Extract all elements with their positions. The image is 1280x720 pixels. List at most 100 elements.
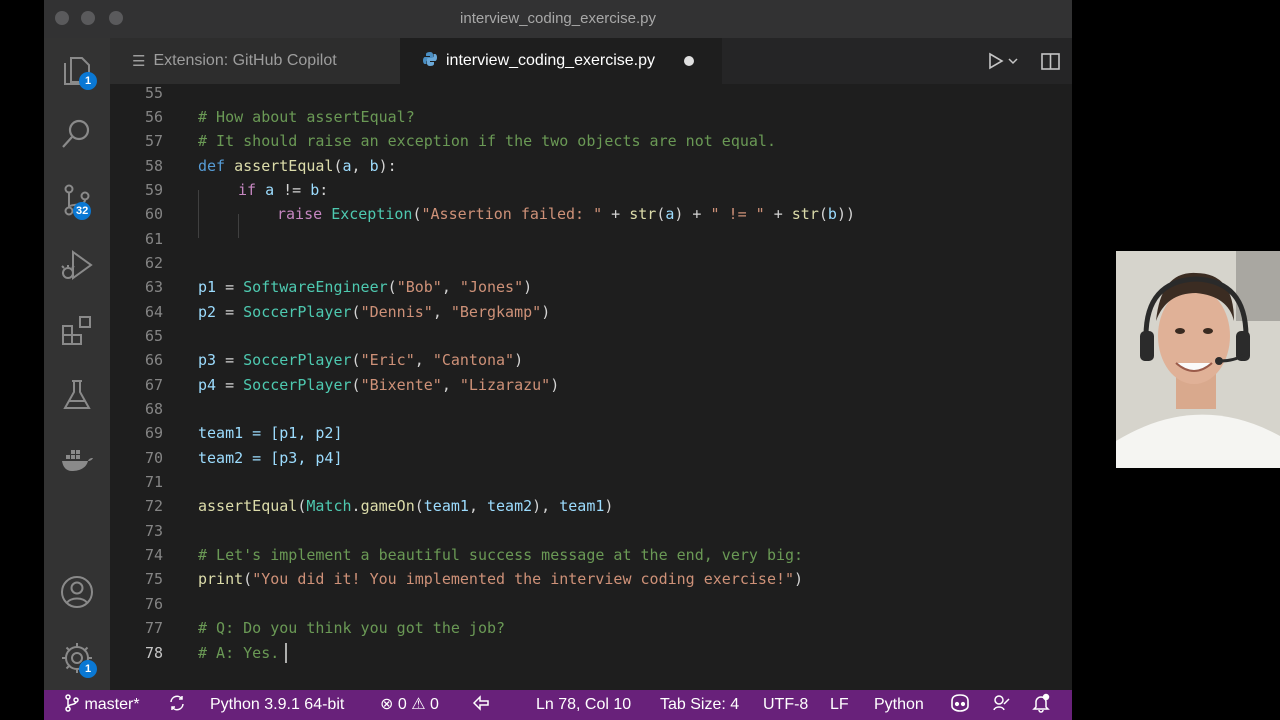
explorer-badge: 1 [79,72,97,90]
code-line: 71 [110,470,1072,494]
docker-icon[interactable] [59,442,95,478]
encoding[interactable]: UTF-8 [763,690,808,720]
live-share-icon[interactable] [472,690,490,720]
error-count: 0 [397,696,407,713]
line-number: 59 [144,181,163,199]
line-number: 56 [144,108,163,126]
code-text: p2 = SoccerPlayer("Dennis", "Bergkamp") [198,303,551,321]
search-icon[interactable] [59,116,95,152]
code-text: raise Exception("Assertion failed: " + s… [277,205,855,223]
status-bar: master* Python 3.9.1 64-bit ⊗ 0 ⚠ 0 Ln 7… [44,690,1072,720]
line-number: 71 [144,473,163,491]
more-actions-icon[interactable] [1070,46,1072,76]
code-line: 69 team1 = [p1, p2] [110,421,1072,445]
code-text: def assertEqual(a, b): [198,157,397,175]
line-number: 62 [144,254,163,272]
text-cursor [285,643,287,663]
tab-label: interview_coding_exercise.py [446,52,655,69]
code-line: 72 assertEqual(Match.gameOn(team1, team2)… [110,494,1072,518]
error-icon: ⊗ [380,696,394,713]
line-number: 75 [144,570,163,588]
code-line: 60 raise Exception("Assertion failed: " +… [110,202,1072,226]
window-title: interview_coding_exercise.py [460,10,656,27]
vscode-window: interview_coding_exercise.py 1 32 1 ☰ Ex… [44,0,1072,720]
run-debug-icon[interactable] [59,247,95,283]
line-number: 64 [144,303,163,321]
split-editor-icon[interactable] [1035,46,1065,76]
line-number: 76 [144,595,163,613]
code-text: # It should raise an exception if the tw… [198,132,776,150]
code-line: 66 p3 = SoccerPlayer("Eric", "Cantona") [110,348,1072,372]
chevron-down-icon[interactable] [1006,46,1020,76]
python-interpreter[interactable]: Python 3.9.1 64-bit [210,690,344,720]
code-line: 62 [110,251,1072,275]
code-text: # Q: Do you think you got the job? [198,619,506,637]
code-line: 59 if a != b: [110,178,1072,202]
testing-icon[interactable] [59,377,95,413]
code-line: 77 # Q: Do you think you got the job? [110,616,1072,640]
warning-count: 0 [430,696,439,713]
copilot-icon[interactable] [949,690,971,720]
explorer-icon[interactable]: 1 [59,52,97,90]
code-text: if a != b: [238,181,329,199]
webcam-overlay [1116,251,1280,468]
editor-tab-bar: ☰ Extension: GitHub Copilot interview_co… [110,38,1072,84]
settings-gear-icon[interactable]: 1 [59,640,97,678]
preview-icon: ☰ [132,53,146,70]
line-number: 67 [144,376,163,394]
source-control-icon[interactable]: 32 [59,182,95,220]
line-number: 77 [144,619,163,637]
tab-label: Extension: GitHub Copilot [153,52,337,69]
language-mode[interactable]: Python [874,690,924,720]
code-line: 73 [110,519,1072,543]
line-number: 74 [144,546,163,564]
line-number: 55 [144,84,163,102]
code-text: p4 = SoccerPlayer("Bixente", "Lizarazu") [198,376,560,394]
code-text: assertEqual(Match.gameOn(team1, team2), … [198,497,614,515]
code-line: 63 p1 = SoftwareEngineer("Bob", "Jones") [110,275,1072,299]
line-number: 63 [144,278,163,296]
code-line: 57 # It should raise an exception if the … [110,129,1072,153]
unsaved-changes-dot[interactable] [684,56,694,66]
line-number: 60 [144,205,163,223]
line-number: 69 [144,424,163,442]
tab-size[interactable]: Tab Size: 4 [660,690,739,720]
warning-icon: ⚠ [411,696,426,713]
account-icon[interactable] [59,574,95,610]
code-line: 70 team2 = [p3, p4] [110,446,1072,470]
cursor-position[interactable]: Ln 78, Col 10 [536,690,631,720]
line-number: 66 [144,351,163,369]
line-ending[interactable]: LF [830,690,849,720]
code-editor[interactable]: 55 56 # How about assertEqual? 57 # It sho… [110,84,1072,690]
line-number: 65 [144,327,163,345]
code-line: 64 p2 = SoccerPlayer("Dennis", "Bergkamp"… [110,300,1072,324]
extensions-icon[interactable] [59,312,95,348]
sync-icon[interactable] [168,690,186,720]
code-line: 67 p4 = SoccerPlayer("Bixente", "Lizarazu… [110,373,1072,397]
problems-indicator[interactable]: ⊗ 0 ⚠ 0 [380,690,439,720]
code-line: 55 [110,81,1072,105]
feedback-icon[interactable] [991,690,1011,720]
code-line: 74 # Let's implement a beautiful success … [110,543,1072,567]
tab-interview-coding-exercise[interactable]: interview_coding_exercise.py [400,38,722,84]
code-text: p3 = SoccerPlayer("Eric", "Cantona") [198,351,524,369]
code-line: 65 [110,324,1072,348]
branch-indicator[interactable]: master* [64,690,140,720]
code-line: 58 def assertEqual(a, b): [110,154,1072,178]
notifications-bell-icon[interactable] [1031,690,1051,720]
line-number: 70 [144,449,163,467]
activity-bar: 1 32 1 [44,38,110,690]
line-number: 61 [144,230,163,248]
line-number: 73 [144,522,163,540]
code-text: # A: Yes. [198,644,280,662]
code-text: team1 = [p1, p2] [198,424,343,442]
code-line: 78 # A: Yes. [110,641,1072,665]
line-number: 58 [144,157,163,175]
title-bar: interview_coding_exercise.py [44,0,1072,38]
tab-extension-copilot[interactable]: ☰ Extension: GitHub Copilot [110,38,400,84]
line-number: 68 [144,400,163,418]
line-number: 57 [144,132,163,150]
code-text: # Let's implement a beautiful success me… [198,546,804,564]
settings-badge: 1 [79,660,97,678]
python-file-icon [422,51,438,71]
